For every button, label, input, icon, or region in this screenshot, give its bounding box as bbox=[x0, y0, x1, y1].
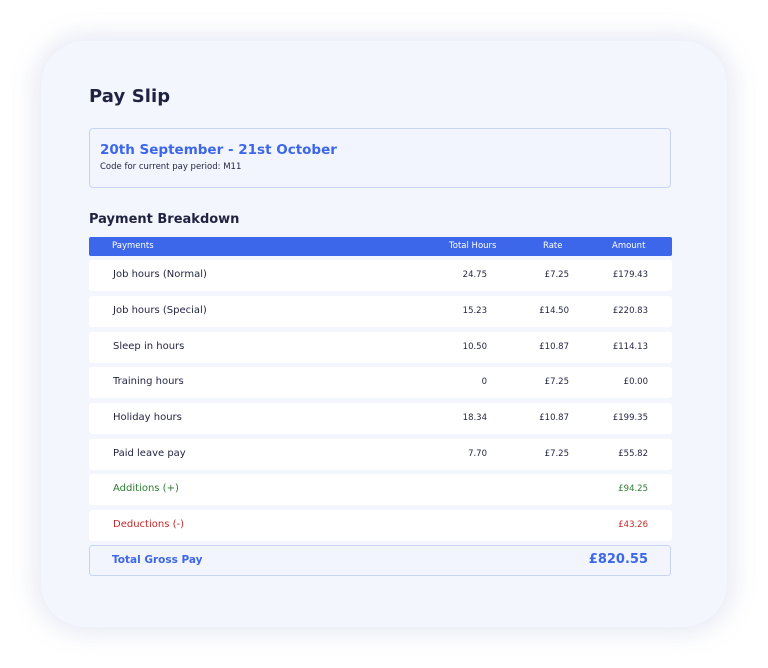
pay-period-range: 20th September - 21st October bbox=[100, 142, 337, 158]
header-rate: Rate bbox=[543, 241, 563, 251]
row-label: Job hours (Special) bbox=[113, 305, 207, 316]
row-hours: 18.34 bbox=[462, 413, 487, 423]
additions-amount: £94.25 bbox=[618, 484, 648, 494]
row-rate: £7.25 bbox=[544, 449, 569, 459]
payment-breakdown-title: Payment Breakdown bbox=[89, 212, 240, 227]
table-row: Paid leave pay 7.70 £7.25 £55.82 bbox=[89, 439, 672, 470]
row-amount: £179.43 bbox=[612, 270, 648, 280]
row-amount: £114.13 bbox=[612, 342, 648, 352]
row-hours: 15.23 bbox=[462, 306, 487, 316]
row-hours: 24.75 bbox=[462, 270, 487, 280]
header-total-hours: Total Hours bbox=[449, 241, 497, 251]
additions-label: Additions (+) bbox=[113, 483, 179, 494]
row-rate: £7.25 bbox=[544, 270, 569, 280]
row-hours: 0 bbox=[481, 377, 487, 387]
row-label: Holiday hours bbox=[113, 412, 182, 423]
row-rate: £14.50 bbox=[539, 306, 569, 316]
page-title: Pay Slip bbox=[89, 86, 171, 107]
table-row: Sleep in hours 10.50 £10.87 £114.13 bbox=[89, 332, 672, 363]
row-amount: £55.82 bbox=[618, 449, 648, 459]
row-rate: £10.87 bbox=[539, 413, 569, 423]
deductions-label: Deductions (-) bbox=[113, 519, 184, 530]
row-label: Sleep in hours bbox=[113, 341, 185, 352]
row-label: Training hours bbox=[113, 376, 184, 387]
row-hours: 7.70 bbox=[468, 449, 487, 459]
table-row: Training hours 0 £7.25 £0.00 bbox=[89, 367, 672, 398]
total-gross-pay-amount: £820.55 bbox=[588, 552, 648, 567]
row-rate: £7.25 bbox=[544, 377, 569, 387]
additions-row: Additions (+) £94.25 bbox=[89, 474, 672, 505]
table-header: Payments Total Hours Rate Amount bbox=[89, 237, 672, 256]
row-label: Paid leave pay bbox=[113, 448, 186, 459]
pay-period-code: Code for current pay period: M11 bbox=[100, 162, 242, 172]
header-amount: Amount bbox=[612, 241, 646, 251]
row-amount: £0.00 bbox=[623, 377, 648, 387]
total-gross-pay-row: Total Gross Pay £820.55 bbox=[89, 545, 671, 576]
deductions-row: Deductions (-) £43.26 bbox=[89, 510, 672, 541]
total-gross-pay-label: Total Gross Pay bbox=[112, 554, 203, 566]
pay-period-box: 20th September - 21st October Code for c… bbox=[89, 128, 671, 188]
row-rate: £10.87 bbox=[539, 342, 569, 352]
row-hours: 10.50 bbox=[462, 342, 487, 352]
table-row: Job hours (Special) 15.23 £14.50 £220.83 bbox=[89, 296, 672, 327]
row-label: Job hours (Normal) bbox=[113, 269, 207, 280]
header-payments: Payments bbox=[112, 241, 154, 251]
table-row: Job hours (Normal) 24.75 £7.25 £179.43 bbox=[89, 260, 672, 291]
table-row: Holiday hours 18.34 £10.87 £199.35 bbox=[89, 403, 672, 434]
row-amount: £199.35 bbox=[612, 413, 648, 423]
row-amount: £220.83 bbox=[612, 306, 648, 316]
deductions-amount: £43.26 bbox=[618, 520, 648, 530]
